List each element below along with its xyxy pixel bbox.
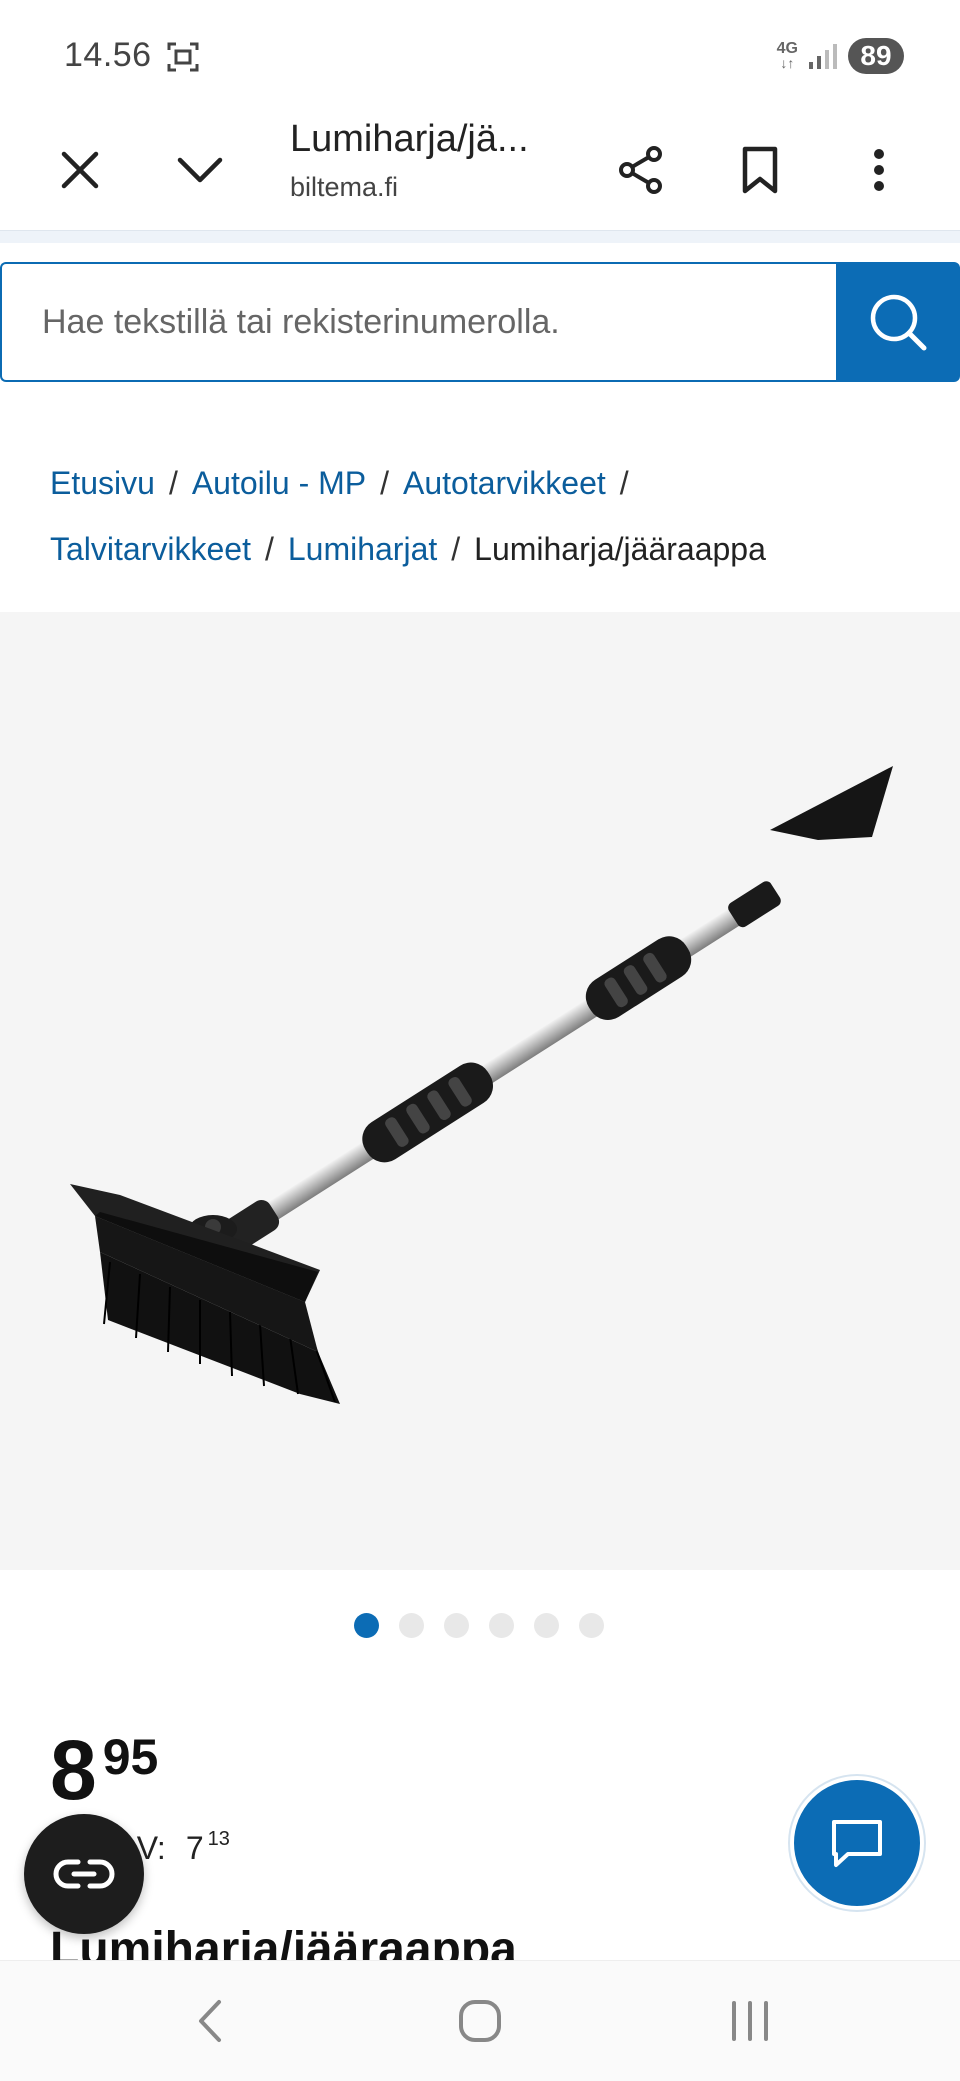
search-icon [870, 294, 927, 351]
status-time: 14.56 [64, 36, 152, 74]
status-bar: 14.56 4G ↓↑ 89 [0, 0, 960, 112]
chat-button[interactable] [790, 1776, 924, 1910]
carousel-dot[interactable] [399, 1613, 424, 1638]
page-title: Lumiharja/jä... [290, 118, 529, 160]
search-bar [0, 262, 960, 386]
breadcrumb-separator: / [264, 531, 274, 567]
breadcrumb: Etusivu / Autoilu - MP / Autotarvikkeet / Tal… [50, 450, 930, 582]
sticky-header-strip [0, 231, 960, 243]
bookmark-button[interactable] [724, 134, 796, 206]
status-indicators: 4G ↓↑ 89 [777, 36, 904, 76]
home-button[interactable] [450, 1991, 510, 2051]
recents-button[interactable] [720, 1991, 780, 2051]
chevron-down-icon [177, 157, 223, 183]
close-icon [61, 151, 99, 189]
more-options-button[interactable] [843, 134, 915, 206]
back-button[interactable] [180, 1991, 240, 2051]
page-domain: biltema.fi [290, 172, 399, 202]
breadcrumb-separator: / [380, 465, 389, 501]
recents-icon [732, 2001, 768, 2041]
more-vert-icon [874, 149, 884, 191]
battery-badge: 89 [848, 38, 904, 74]
data-arrows-icon: ↓↑ [780, 55, 795, 71]
signal-icon [809, 44, 837, 69]
breadcrumb-link-autotarvikkeet[interactable]: Autotarvikkeet [403, 465, 606, 501]
search-input[interactable] [0, 262, 840, 382]
system-navigation-bar [0, 1960, 960, 2081]
breadcrumb-link-autoilu[interactable]: Autoilu - MP [192, 465, 366, 501]
product-image [70, 766, 893, 1404]
alv-decimals: 13 [207, 1828, 230, 1850]
carousel-dot[interactable] [534, 1613, 559, 1638]
expand-button[interactable] [164, 134, 236, 206]
breadcrumb-link-talvitarvikkeet[interactable]: Talvitarvikkeet [50, 531, 251, 567]
close-tab-button[interactable] [44, 134, 116, 206]
breadcrumb-separator: / [619, 465, 629, 501]
carousel-dot[interactable] [489, 1613, 514, 1638]
home-icon [459, 2000, 501, 2042]
price-decimals: 95 [102, 1729, 159, 1785]
share-icon [619, 146, 662, 194]
companion-button[interactable] [24, 1814, 144, 1934]
network-label: 4G [776, 40, 798, 57]
breadcrumb-current: Lumiharja/jääraappa [474, 531, 766, 567]
link-icon [53, 1859, 115, 1889]
product-image-gallery[interactable] [0, 612, 960, 1570]
carousel-dot[interactable] [579, 1613, 604, 1638]
browser-toolbar: Lumiharja/jä... biltema.fi [0, 112, 960, 232]
chat-icon [832, 1820, 882, 1867]
share-button[interactable] [605, 134, 677, 206]
breadcrumb-link-etusivu[interactable]: Etusivu [50, 465, 155, 501]
breadcrumb-separator: / [168, 465, 178, 501]
carousel-dot[interactable] [444, 1613, 469, 1638]
screenshot-icon [167, 42, 199, 72]
breadcrumb-link-lumiharjat[interactable]: Lumiharjat [288, 531, 437, 567]
carousel-indicators [354, 1613, 604, 1638]
alv-integer: 7 [185, 1830, 204, 1866]
network-indicator: 4G ↓↑ [776, 40, 798, 71]
price-integer: 8 [50, 1723, 97, 1817]
bookmark-icon [742, 146, 778, 194]
back-icon [199, 2000, 221, 2042]
breadcrumb-separator: / [451, 531, 461, 567]
price: 8 95 [50, 1728, 158, 1812]
carousel-dot-active[interactable] [354, 1613, 379, 1638]
search-button[interactable] [836, 262, 960, 382]
